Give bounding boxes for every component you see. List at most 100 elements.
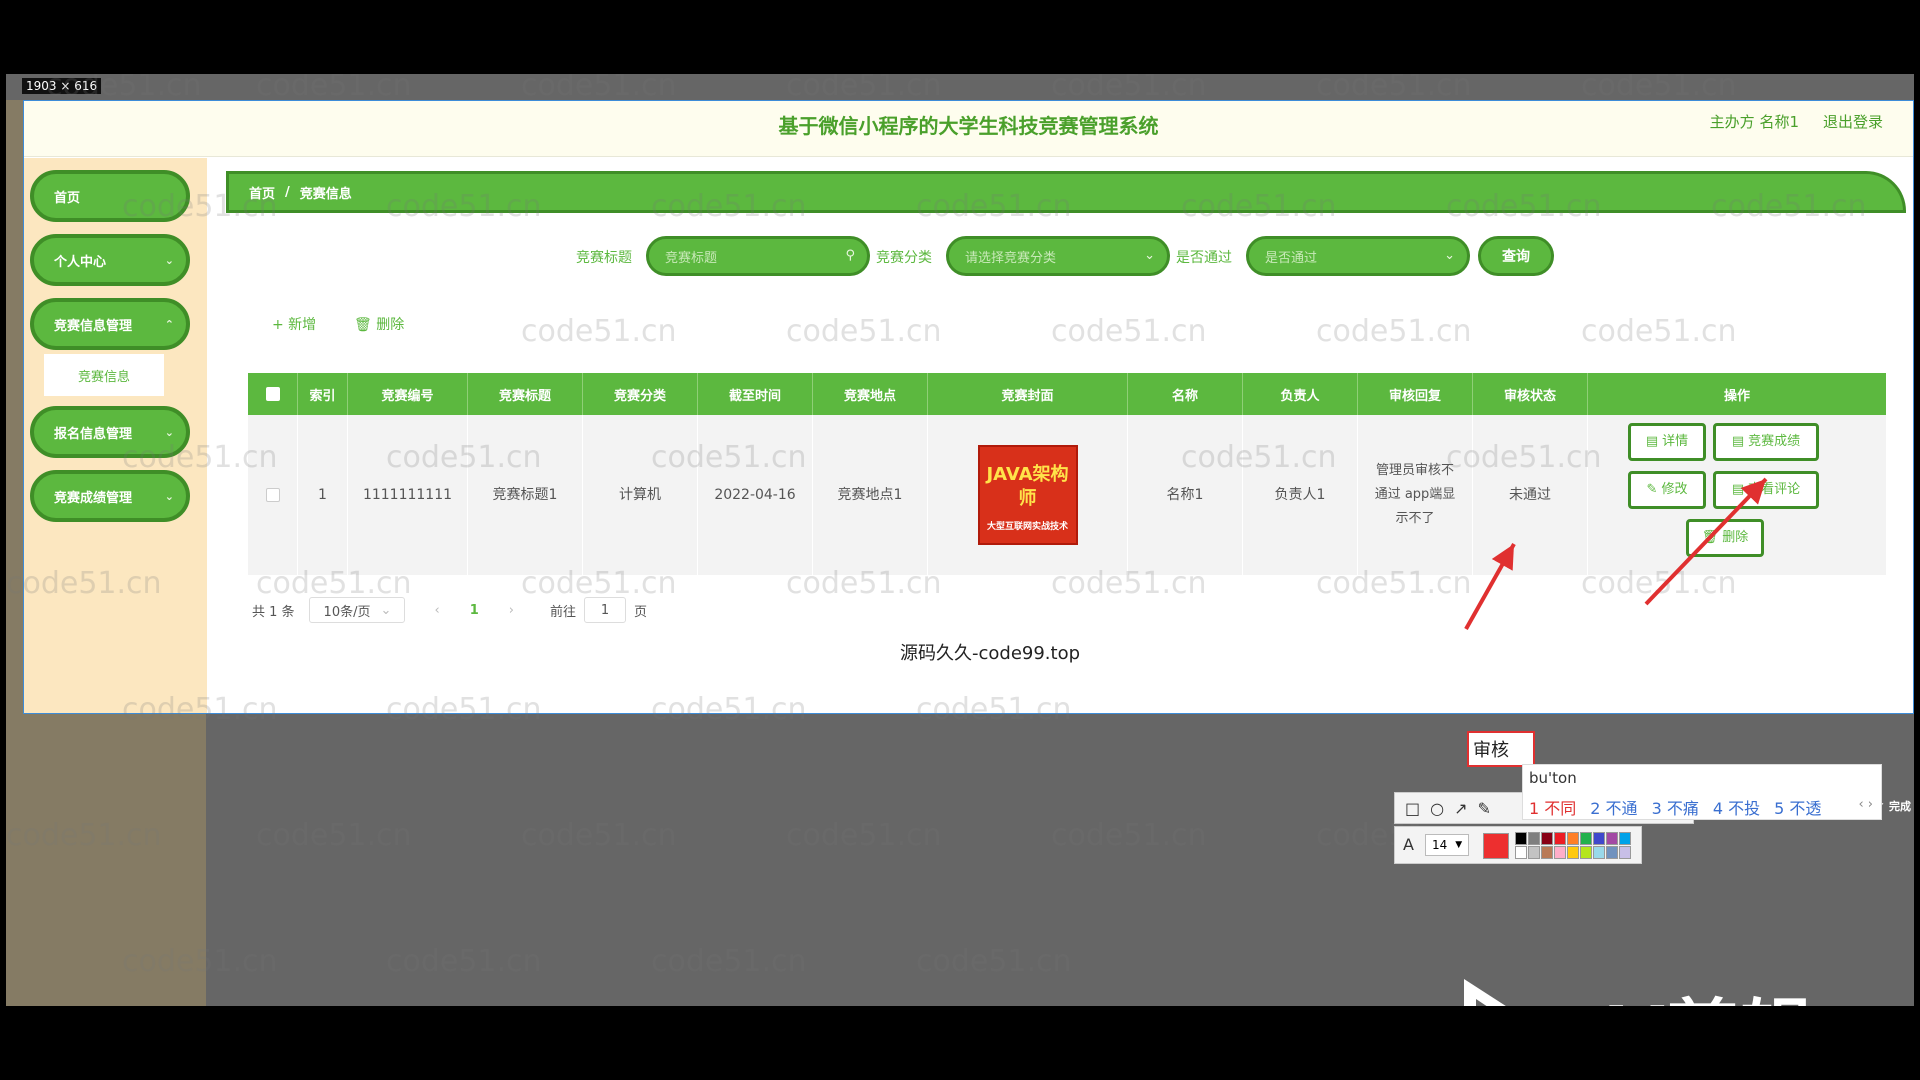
app-header: 基于微信小程序的大学生科技竞赛管理系统 主办方 名称1 退出登录 bbox=[24, 101, 1913, 157]
watermark: code51.cn bbox=[1051, 818, 1207, 853]
palette-color-swatch[interactable] bbox=[1580, 846, 1592, 859]
cell-status: 未通过 bbox=[1473, 415, 1588, 575]
pass-select[interactable]: 是否通过 ⌄ bbox=[1246, 236, 1470, 276]
watermark: code51.cn bbox=[1316, 74, 1472, 103]
palette-color-swatch[interactable] bbox=[1619, 832, 1631, 845]
annotation-textbox[interactable]: 审核 bbox=[1467, 731, 1535, 767]
dimmed-sidebar-strip bbox=[23, 714, 206, 1006]
page-number-current[interactable]: 1 bbox=[470, 603, 479, 618]
palette-color-swatch[interactable] bbox=[1528, 846, 1540, 859]
palette-color-swatch[interactable] bbox=[1606, 846, 1618, 859]
batch-delete-label: 删除 bbox=[376, 317, 405, 333]
palette-color-swatch[interactable] bbox=[1554, 832, 1566, 845]
pen-tool-icon[interactable]: ✎ bbox=[1478, 799, 1491, 818]
palette-color-swatch[interactable] bbox=[1515, 832, 1527, 845]
select-all-checkbox[interactable] bbox=[265, 387, 280, 401]
ime-candidate[interactable]: 2 不通 bbox=[1590, 795, 1637, 819]
palette-color-swatch[interactable] bbox=[1619, 846, 1631, 859]
breadcrumb-home[interactable]: 首页 bbox=[249, 183, 275, 202]
watermark: code51.cn bbox=[916, 944, 1072, 979]
palette-color-swatch[interactable] bbox=[1593, 846, 1605, 859]
arrow-tool-icon[interactable]: ↗ bbox=[1454, 799, 1467, 818]
prev-page-button[interactable]: ‹ bbox=[435, 603, 440, 618]
batch-delete-button[interactable]: 🗑 删除 bbox=[354, 314, 404, 334]
color-palette bbox=[1515, 832, 1635, 860]
score-button[interactable]: ▤ 竞赛成绩 bbox=[1713, 423, 1819, 461]
pass-filter-label: 是否通过 bbox=[1176, 250, 1232, 266]
edit-label: 修改 bbox=[1661, 482, 1688, 497]
cover-image[interactable]: JAVA架构师 大型互联网实战技术 bbox=[977, 445, 1078, 545]
detail-button[interactable]: ▤ 详情 bbox=[1628, 423, 1706, 461]
column-header: 竞赛封面 bbox=[928, 373, 1128, 415]
select-all-cell bbox=[248, 373, 298, 415]
palette-color-swatch[interactable] bbox=[1515, 846, 1527, 859]
screen-recording-frame: 1903 × 616 基于微信小程序的大学生科技竞赛管理系统 主办方 名称1 退… bbox=[0, 0, 1920, 1080]
trash-icon: 🗑 bbox=[354, 317, 377, 333]
category-select[interactable]: 请选择竞赛分类 ⌄ bbox=[946, 236, 1170, 276]
table-row: 1 1111111111 竞赛标题1 计算机 2022-04-16 竞赛地点1 … bbox=[248, 415, 1886, 575]
ime-candidates: 1 不同 2 不通 3 不痛 4 不投 5 不透 bbox=[1529, 795, 1821, 819]
delete-button[interactable]: 🗑 删除 bbox=[1686, 519, 1764, 557]
next-page-button[interactable]: › bbox=[509, 603, 514, 618]
goto-label: 前往 bbox=[550, 604, 577, 620]
palette-color-swatch[interactable] bbox=[1541, 846, 1553, 859]
sidebar-item-label: 首页 bbox=[54, 190, 81, 206]
current-color-swatch[interactable] bbox=[1483, 833, 1509, 859]
chevron-down-icon: ⌄ bbox=[1444, 248, 1455, 263]
ime-page-arrows[interactable]: ‹ › bbox=[1858, 797, 1873, 812]
palette-color-swatch[interactable] bbox=[1593, 832, 1605, 845]
page-size-select[interactable]: 10条/页 ⌄ bbox=[308, 597, 405, 623]
score-label: 竞赛成绩 bbox=[1748, 434, 1801, 449]
watermark: code51.cn bbox=[521, 818, 677, 853]
pagination: 共 1 条 10条/页 ⌄ ‹ 1 › 前往 1 页 bbox=[252, 597, 647, 623]
cell-number: 1111111111 bbox=[348, 415, 468, 575]
column-header: 竞赛编号 bbox=[348, 373, 468, 415]
rectangle-tool-icon[interactable]: □ bbox=[1405, 799, 1420, 818]
ime-candidate[interactable]: 1 不同 bbox=[1529, 795, 1576, 819]
palette-color-swatch[interactable] bbox=[1567, 846, 1579, 859]
sidebar-item-home[interactable]: 首页 bbox=[30, 170, 190, 222]
column-header: 负责人 bbox=[1243, 373, 1358, 415]
palette-color-swatch[interactable] bbox=[1541, 832, 1553, 845]
sidebar-item-registration-management[interactable]: 报名信息管理 ⌄ bbox=[30, 406, 190, 458]
dimmed-left-strip bbox=[6, 100, 23, 1006]
sidebar-item-score-management[interactable]: 竞赛成绩管理 ⌄ bbox=[30, 470, 190, 522]
page-size-value: 10条/页 bbox=[323, 604, 371, 620]
chevron-up-icon: ⌃ bbox=[164, 318, 174, 331]
view-comments-button[interactable]: ▤ 查看评论 bbox=[1713, 471, 1819, 509]
add-button[interactable]: + 新增 bbox=[272, 314, 316, 334]
watermark: code51.cn bbox=[256, 74, 412, 103]
watermark: code51.cn bbox=[786, 74, 942, 103]
palette-color-swatch[interactable] bbox=[1528, 832, 1540, 845]
palette-color-swatch[interactable] bbox=[1606, 832, 1618, 845]
chevron-down-icon: ▼ bbox=[1455, 840, 1463, 850]
cell-actions: ▤ 详情 ▤ 竞赛成绩 ✎ 修改 ▤ 查看评论 🗑 删除 bbox=[1588, 415, 1886, 575]
goto-page-input[interactable]: 1 bbox=[584, 597, 627, 623]
font-size-select[interactable]: 14 ▼ bbox=[1425, 834, 1469, 856]
title-search-input[interactable]: 竞赛标题 ⚲ bbox=[646, 236, 870, 276]
detail-label: 详情 bbox=[1662, 434, 1689, 449]
chevron-down-icon: ⌄ bbox=[164, 426, 174, 439]
query-button[interactable]: 查询 bbox=[1478, 236, 1554, 276]
palette-color-swatch[interactable] bbox=[1567, 832, 1579, 845]
sidebar-item-competition-management[interactable]: 竞赛信息管理 ⌃ bbox=[30, 298, 190, 350]
palette-color-swatch[interactable] bbox=[1554, 846, 1566, 859]
row-checkbox[interactable] bbox=[265, 488, 280, 502]
cell-category: 计算机 bbox=[583, 415, 698, 575]
source-stamp-text: 源码久久-code99.top bbox=[900, 643, 1081, 664]
sidebar-subitem-competition-info[interactable]: 竞赛信息 bbox=[44, 354, 164, 396]
current-user-label: 主办方 名称1 bbox=[1709, 113, 1799, 131]
sidebar-item-label: 竞赛成绩管理 bbox=[54, 490, 133, 506]
ellipse-tool-icon[interactable]: ○ bbox=[1430, 799, 1444, 818]
ime-candidate[interactable]: 3 不痛 bbox=[1652, 795, 1699, 819]
category-select-placeholder: 请选择竞赛分类 bbox=[965, 250, 1057, 266]
ime-candidate[interactable]: 5 不透 bbox=[1774, 795, 1821, 819]
ime-candidate[interactable]: 4 不投 bbox=[1713, 795, 1760, 819]
palette-color-swatch[interactable] bbox=[1580, 832, 1592, 845]
chevron-down-icon: ⌄ bbox=[164, 490, 174, 503]
logout-link[interactable]: 退出登录 bbox=[1823, 111, 1883, 132]
edit-button[interactable]: ✎ 修改 bbox=[1628, 471, 1706, 509]
header-user-area: 主办方 名称1 退出登录 bbox=[1710, 111, 1883, 132]
column-header: 名称 bbox=[1128, 373, 1243, 415]
text-tool-icon[interactable]: A bbox=[1403, 835, 1414, 854]
